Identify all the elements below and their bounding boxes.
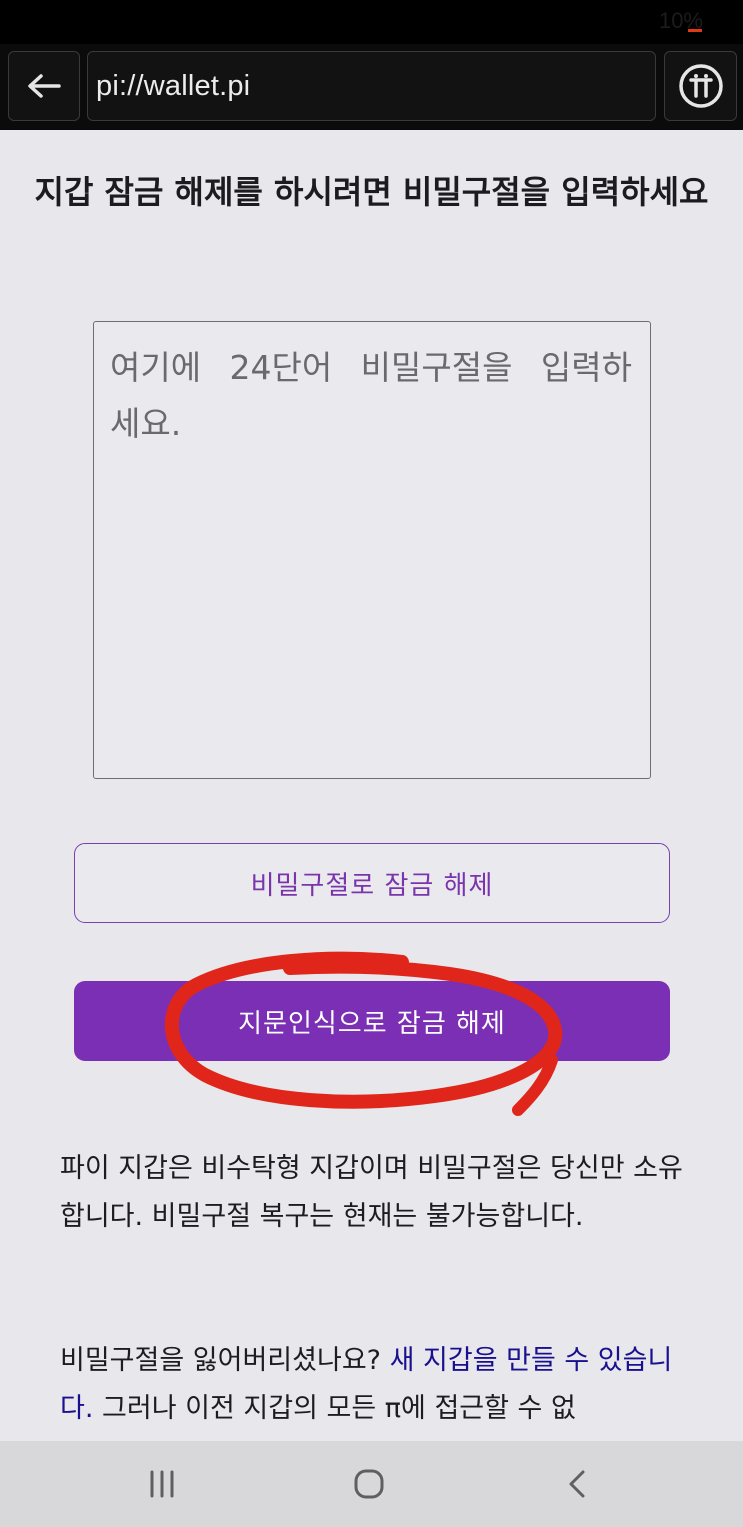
passphrase-placeholder: 여기에 24단어 비밀구절을 입력하세요. (110, 348, 632, 443)
url-bar[interactable]: pi://wallet.pi (87, 51, 656, 121)
unlock-with-fingerprint-label: 지문인식으로 잠금 해제 (238, 1008, 506, 1039)
arrow-left-icon (28, 74, 61, 98)
page-title: 지갑 잠금 해제를 하시려면 비밀구절을 입력하세요 (34, 173, 709, 211)
url-text: pi://wallet.pi (96, 70, 251, 102)
custody-notice: 파이 지갑은 비수탁형 지갑이며 비밀구절은 당신만 소유합니다. 비밀구절 복… (60, 1153, 683, 1232)
lost-passphrase-question: 비밀구절을 잃어버리셨나요? (60, 1345, 381, 1376)
home-icon (354, 1469, 384, 1499)
pi-coin-icon (678, 64, 723, 108)
browser-top-bar: pi://wallet.pi (0, 44, 743, 130)
unlock-with-passphrase-label: 비밀구절로 잠금 해제 (250, 870, 494, 901)
back-button[interactable] (8, 51, 80, 121)
home-button[interactable] (329, 1441, 409, 1527)
lost-pi-warning: 그러나 이전 지갑의 모든 π에 접근할 수 없 (102, 1393, 576, 1424)
battery-low-indicator (688, 29, 702, 32)
passphrase-input[interactable]: 여기에 24단어 비밀구절을 입력하세요. (93, 321, 651, 779)
system-nav-bar (0, 1441, 743, 1527)
system-back-button[interactable] (537, 1441, 617, 1527)
recents-icon (150, 1470, 174, 1498)
unlock-with-fingerprint-button[interactable]: 지문인식으로 잠금 해제 (74, 981, 670, 1061)
chevron-left-icon (569, 1470, 585, 1498)
pi-menu-button[interactable] (664, 51, 737, 121)
status-bar: 10% (0, 0, 743, 44)
unlock-with-passphrase-button[interactable]: 비밀구절로 잠금 해제 (74, 843, 670, 923)
recents-button[interactable] (122, 1441, 202, 1527)
lost-passphrase-notice: 비밀구절을 잃어버리셨나요? 새 지갑을 만들 수 있습니다. 그러나 이전 지… (60, 1337, 690, 1433)
